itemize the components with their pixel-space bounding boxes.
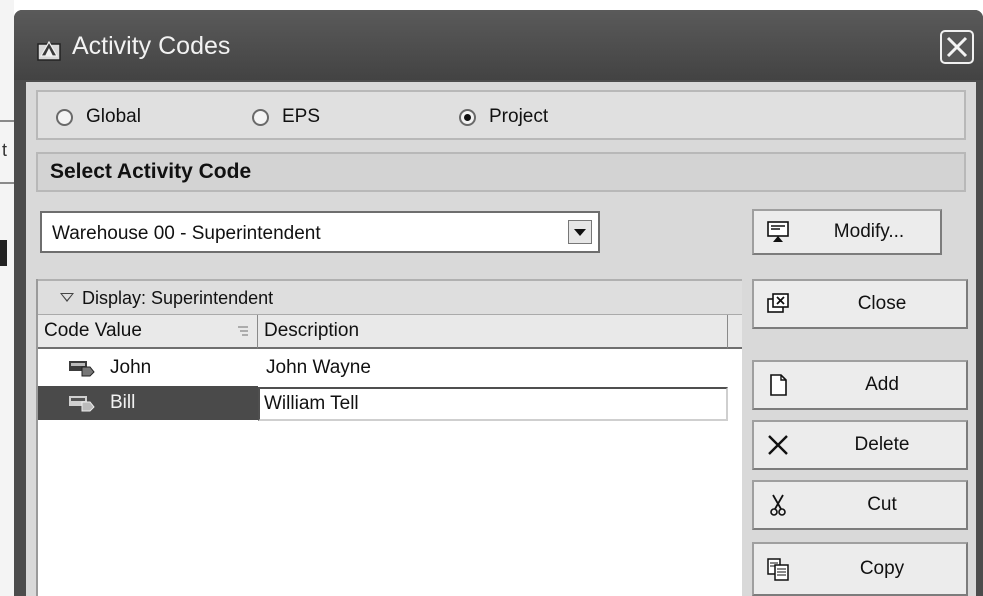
background-divider (0, 182, 14, 184)
button-label: Delete (854, 434, 910, 455)
activity-code-dropdown[interactable]: Warehouse 00 - Superintendent (40, 211, 600, 253)
code-value-text: John (110, 357, 152, 378)
scope-radio-group: Global EPS Project (36, 90, 966, 140)
cut-button[interactable]: Cut (752, 480, 968, 530)
column-header-code-value[interactable]: Code Value (38, 315, 258, 349)
button-label: Modify... (833, 221, 905, 242)
radio-button[interactable] (252, 108, 269, 126)
button-label: Close (857, 293, 907, 314)
radio-eps[interactable]: EPS (252, 106, 320, 128)
radio-button[interactable] (56, 108, 73, 126)
close-button[interactable]: Close (752, 279, 968, 329)
copy-button[interactable]: Copy (752, 542, 968, 596)
title-bar[interactable]: Activity Codes (14, 10, 983, 80)
column-label: Code Value (44, 320, 142, 341)
radio-project[interactable]: Project (459, 106, 548, 128)
scissors-icon (770, 494, 786, 516)
code-value-text: Bill (110, 392, 136, 413)
background-app-strip (0, 0, 14, 596)
code-value-cell[interactable]: John (38, 351, 258, 385)
column-header-description[interactable]: Description (258, 315, 728, 349)
window-title: Activity Codes (72, 32, 231, 60)
button-label: Cut (867, 494, 897, 515)
description-text: William Tell (264, 393, 359, 414)
section-title: Select Activity Code (50, 160, 252, 183)
chevron-down-icon[interactable] (60, 293, 74, 302)
dialog-body: Global EPS Project Select Activity Code … (26, 82, 976, 596)
radio-global[interactable]: Global (56, 106, 141, 128)
code-tag-icon (69, 396, 95, 412)
code-value-cell[interactable]: Bill (38, 386, 258, 420)
modify-button[interactable]: Modify... (752, 209, 942, 255)
code-tag-icon (69, 361, 95, 377)
display-options-bar[interactable]: Display: Superintendent (38, 279, 744, 315)
display-label: Display: Superintendent (82, 288, 274, 308)
background-divider (0, 120, 14, 122)
delete-x-icon (768, 435, 788, 455)
table-row-selected[interactable]: Bill William Tell (38, 386, 744, 421)
radio-label: EPS (282, 106, 321, 127)
radio-label: Global (86, 106, 141, 127)
delete-button[interactable]: Delete (752, 420, 968, 470)
activity-codes-dialog: Activity Codes Global EPS Project Select… (14, 10, 983, 596)
chevron-down-icon[interactable] (568, 220, 592, 244)
background-edge (0, 240, 7, 266)
select-activity-code-header: Select Activity Code (36, 152, 966, 192)
button-label: Copy (859, 558, 905, 579)
close-window-icon (767, 293, 789, 313)
radio-button[interactable] (459, 108, 476, 126)
column-label: Description (264, 320, 360, 341)
description-edit-field[interactable]: William Tell (258, 387, 728, 421)
sort-icon[interactable] (237, 325, 249, 337)
app-icon (37, 40, 61, 61)
activity-code-values-grid: Display: Superintendent Code Value Descr… (36, 279, 744, 596)
background-text: t (2, 140, 8, 160)
copy-icon (767, 558, 789, 581)
modify-icon (767, 221, 789, 242)
radio-label: Project (489, 106, 549, 127)
description-cell[interactable]: John Wayne (266, 357, 371, 379)
table-row[interactable]: John John Wayne (38, 351, 744, 385)
dropdown-value: Warehouse 00 - Superintendent (52, 223, 321, 244)
add-button[interactable]: Add (752, 360, 968, 410)
close-icon (946, 36, 968, 58)
panel-gap (742, 279, 752, 596)
new-document-icon (770, 374, 787, 396)
button-label: Add (865, 374, 899, 395)
window-close-button[interactable] (940, 30, 974, 64)
